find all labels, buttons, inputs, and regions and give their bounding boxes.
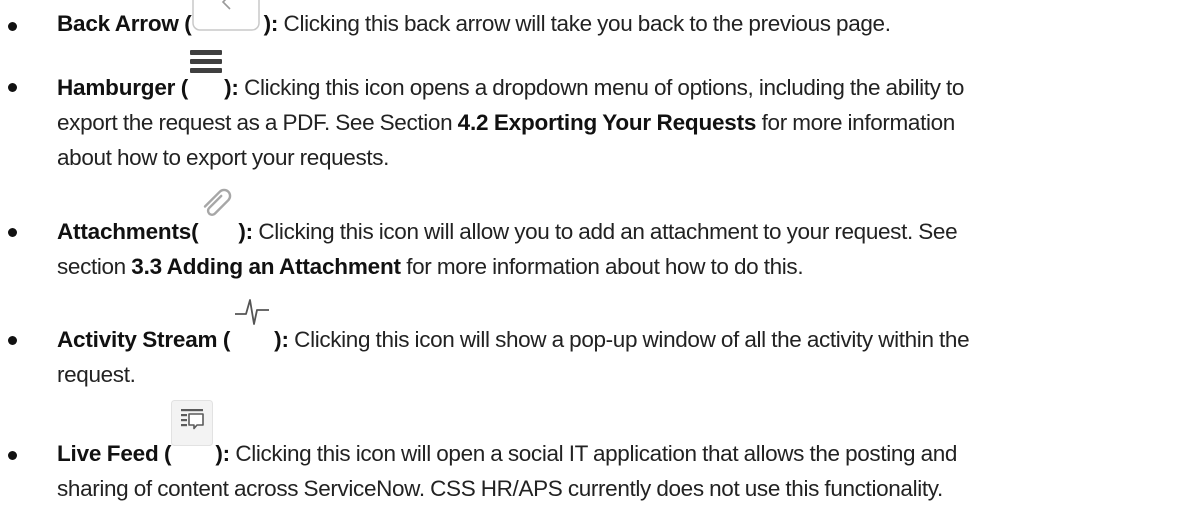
description-text: Clicking this icon will allow you to add… bbox=[252, 219, 958, 244]
list-item-text: Activity Stream ( ): Clicking this icon … bbox=[57, 299, 1192, 392]
description-text: Clicking this icon will open a social IT… bbox=[229, 441, 958, 466]
description-text: sharing of content across ServiceNow. CS… bbox=[57, 476, 943, 501]
list-item-text: Attachments( ): Clicking this icon will … bbox=[57, 188, 1192, 284]
activity-pulse-icon bbox=[230, 299, 274, 347]
term-label: Live Feed ( bbox=[57, 441, 172, 466]
section-reference: 3.3 Adding an Attachment bbox=[131, 254, 401, 279]
term-label: Hamburger ( bbox=[57, 75, 189, 100]
section-reference: 4.2 Exporting Your Requests bbox=[457, 110, 757, 135]
list-item-text: Live Feed ( ): Clicking this icon will o… bbox=[57, 400, 1192, 506]
bullet-icon bbox=[8, 336, 17, 345]
bullet-icon bbox=[8, 451, 17, 460]
term-label: Back Arrow ( bbox=[57, 11, 192, 36]
term-label: Activity Stream ( bbox=[57, 327, 231, 352]
description-text: export the request as a PDF. See Section bbox=[57, 110, 458, 135]
term-label: Attachments( bbox=[57, 219, 199, 244]
term-close: ): bbox=[215, 441, 230, 466]
description-text: about how to export your requests. bbox=[57, 145, 390, 170]
description-text: section bbox=[57, 254, 132, 279]
bullet-icon bbox=[8, 83, 17, 92]
term-close: ): bbox=[263, 11, 279, 36]
description-text: Clicking this back arrow will take you b… bbox=[278, 11, 891, 36]
description-text: Clicking this icon will show a pop-up wi… bbox=[288, 327, 970, 352]
term-close: ): bbox=[238, 219, 253, 244]
list-item-text: Hamburger ( ): Clicking this icon opens … bbox=[57, 50, 1192, 175]
live-feed-icon bbox=[171, 400, 215, 461]
bullet-icon bbox=[8, 228, 17, 237]
term-close: ): bbox=[274, 327, 289, 352]
term-close: ): bbox=[224, 75, 239, 100]
description-text: for more information about how to do thi… bbox=[400, 254, 804, 279]
bullet-icon bbox=[8, 22, 17, 31]
paperclip-icon bbox=[198, 188, 238, 239]
list-item-text: Back Arrow ( ): Clicking this back arrow… bbox=[57, 0, 1192, 41]
description-text: Clicking this icon opens a dropdown menu… bbox=[238, 75, 965, 100]
description-text: for more information bbox=[756, 110, 956, 135]
back-arrow-icon bbox=[191, 0, 264, 31]
description-text: request. bbox=[57, 362, 136, 387]
hamburger-menu-icon bbox=[188, 50, 224, 95]
